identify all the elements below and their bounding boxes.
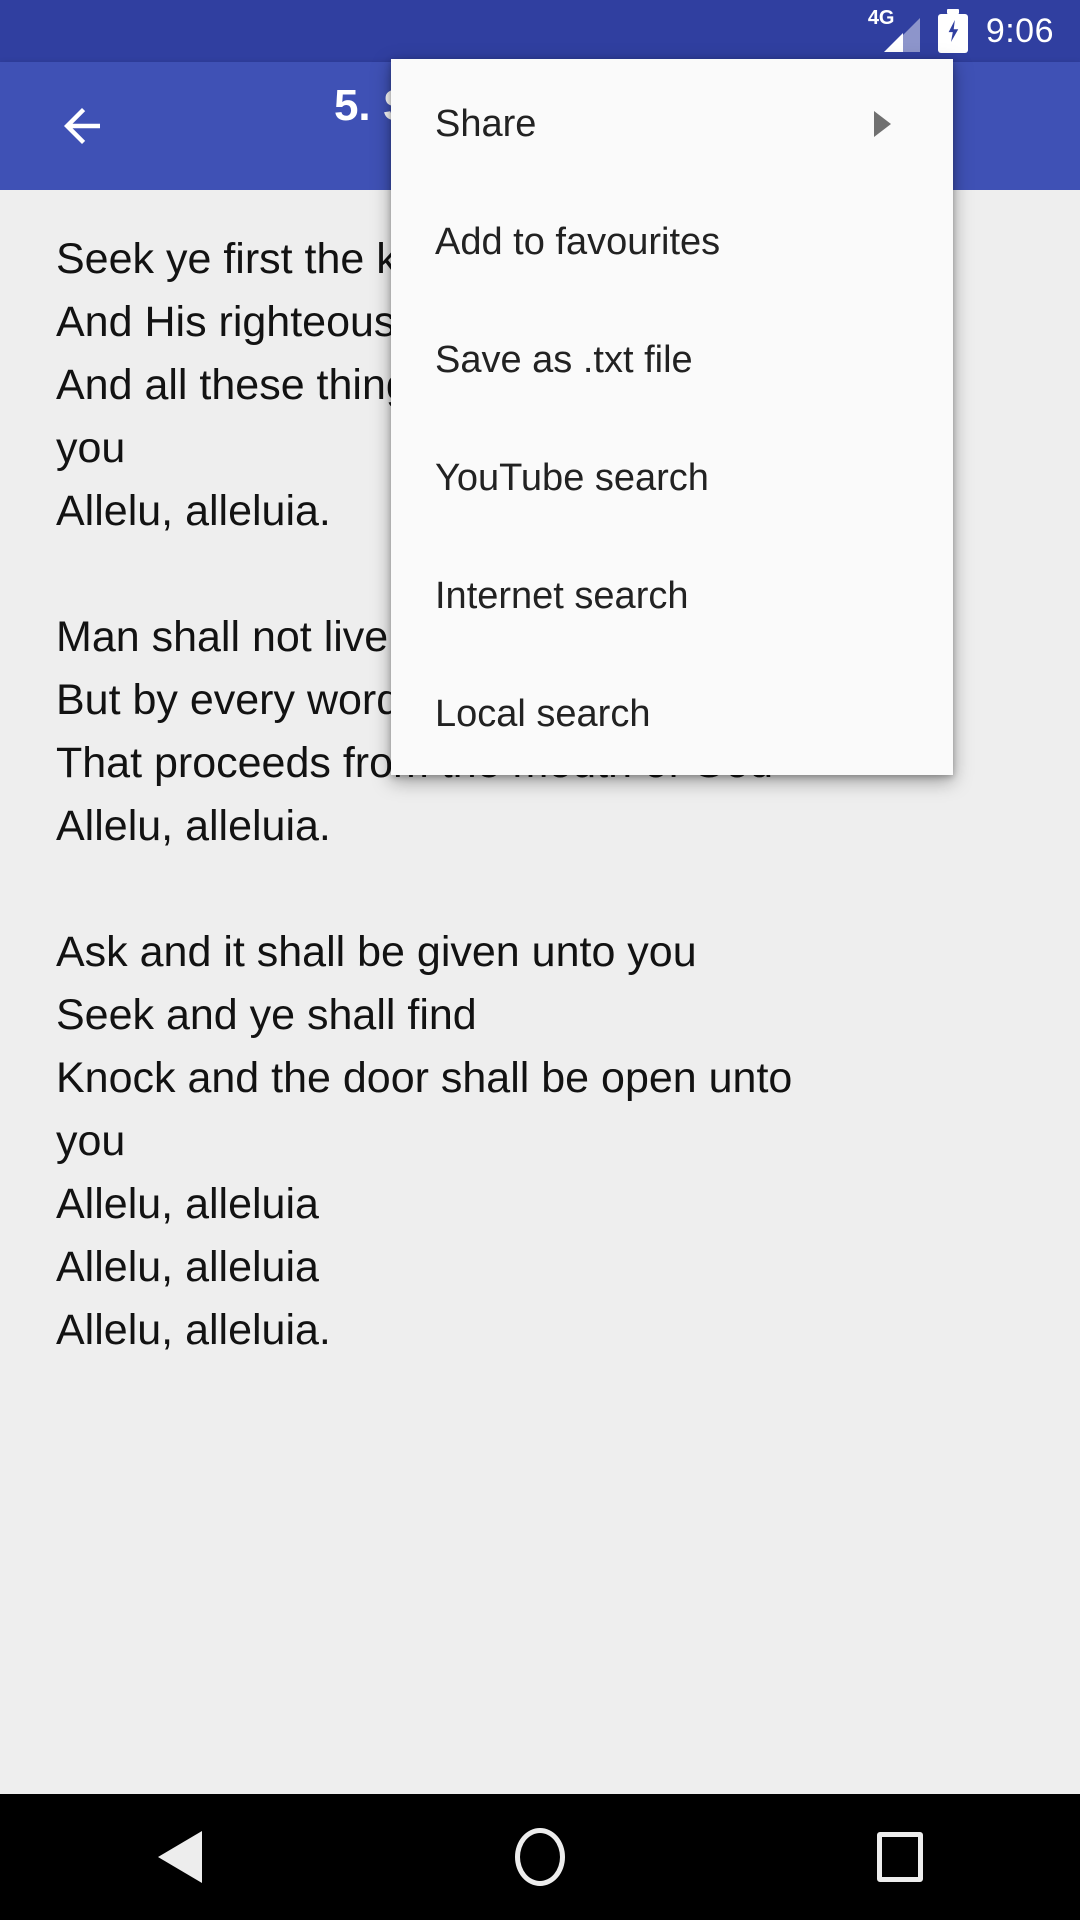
nav-home-button[interactable] [450,1794,630,1920]
menu-item-label: Add to favourites [435,220,721,263]
back-button[interactable] [38,62,126,190]
menu-item-youtube-search[interactable]: YouTube search [391,419,953,537]
menu-item-internet-search[interactable]: Internet search [391,537,953,655]
chevron-right-icon [874,111,891,137]
menu-item-label: Save as .txt file [435,338,693,381]
status-bar: 4G 9:06 [0,0,1080,62]
phone-screen: 4G 9:06 5. Seek Ye First D Seek ye first… [0,0,1080,1920]
nav-back-button[interactable] [90,1794,270,1920]
menu-item-label: YouTube search [435,456,709,499]
signal-4g-icon: 4G [868,8,920,52]
arrow-back-icon [64,108,100,144]
menu-item-save-as-txt[interactable]: Save as .txt file [391,301,953,419]
signal-bars-filled [883,33,903,52]
status-bar-clock: 9:06 [985,11,1054,50]
square-recents-icon [877,1832,923,1882]
overflow-popup-menu[interactable]: Share Add to favourites Save as .txt fil… [391,59,953,775]
menu-item-share[interactable]: Share [391,65,953,183]
menu-item-label: Internet search [435,574,689,617]
menu-item-local-search[interactable]: Local search [391,655,953,773]
system-navigation-bar [0,1794,1080,1920]
menu-item-add-to-favourites[interactable]: Add to favourites [391,183,953,301]
circle-home-icon [515,1828,565,1886]
nav-recents-button[interactable] [810,1794,990,1920]
status-bar-icons: 4G 9:06 [868,8,1054,53]
battery-charging-icon [937,9,968,53]
triangle-back-icon [158,1831,202,1883]
menu-item-label: Local search [435,692,651,735]
menu-item-label: Share [435,102,537,145]
